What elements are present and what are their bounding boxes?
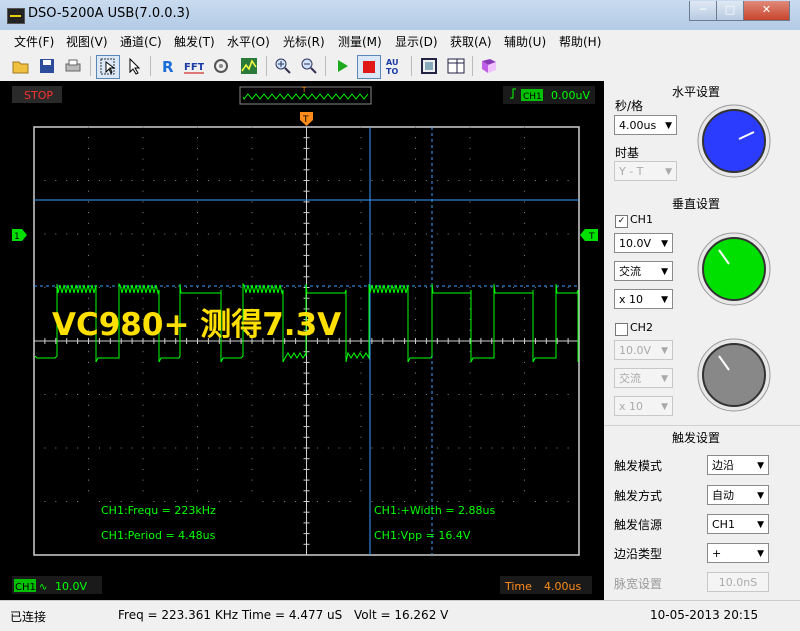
auto-icon[interactable]: AU TO [384,55,406,77]
fft-icon[interactable]: FFT [183,55,205,77]
svg-text:R: R [162,58,174,74]
measure-period: CH1:Period = 4.48us [101,529,216,542]
ch1-volts-select[interactable]: 10.0V ▼ [614,233,673,253]
status-bar: 已连接 Freq = 223.361 KHz Time = 4.477 uS V… [0,600,800,631]
scope-display[interactable]: STOP T CH1 0.00uV T 1 T VC980+ 测得7.3V CH… [0,81,604,600]
ch1-probe-select[interactable]: x 10 ▼ [614,289,673,309]
trigger-level-readout: 0.00uV [551,89,590,102]
cursor-freq-time-readout: Freq = 223.361 KHz Time = 4.477 uS [118,608,343,622]
ch2-volts-knob[interactable] [696,337,772,413]
date-time: 10-05-2013 20:15 [650,608,759,622]
pulse-width-label: 脉宽设置 [614,577,663,591]
select-cursor-icon[interactable] [96,55,120,79]
trigger-sweep-select[interactable]: 自动 ▼ [707,485,769,505]
horizontal-knob[interactable] [696,103,772,179]
stop-icon[interactable] [357,55,381,79]
svg-text:TO: TO [386,67,398,75]
menu-display[interactable]: 显示(D) [395,33,438,50]
measure-positive-width: CH1:+Width = 2.88us [374,504,496,517]
sec-div-select[interactable]: 4.00us ▼ [614,115,677,135]
ch1-scale-label: CH1 [15,582,36,593]
layout-icon[interactable] [445,55,467,77]
trigger-position-label: T [302,115,309,125]
minimize-button[interactable]: ─ [689,1,717,21]
ch2-enable-checkbox[interactable] [615,323,628,336]
trigger-source-select[interactable]: CH1 ▼ [707,514,769,534]
ch1-enable-label: CH1 [630,213,653,226]
save-icon[interactable] [36,55,58,77]
title-bar: DSO-5200A USB(7.0.0.3) ─ □ ✕ [0,0,800,30]
toolbar: R FFT AU TO [0,51,800,81]
vertical-settings-title: 垂直设置 [672,197,721,211]
menu-view[interactable]: 视图(V) [66,33,108,50]
overlay-annotation: VC980+ 测得7.3V [52,307,341,343]
close-button[interactable]: ✕ [743,1,790,21]
time-scale-value: 4.00us [544,580,581,593]
connection-status: 已连接 [10,610,47,624]
ch2-coupling-select[interactable]: 交流 ▼ [614,368,673,388]
screenshot-icon[interactable] [418,55,440,77]
window-title: DSO-5200A USB(7.0.0.3) [28,6,190,21]
edge-type-select[interactable]: + ▼ [707,543,769,563]
run-icon[interactable] [331,55,353,77]
probe-icon[interactable] [210,55,232,77]
time-scale-label: Time [504,580,532,593]
trigger-mode-select[interactable]: 边沿 ▼ [707,455,769,475]
ac-coupling-icon: ∿ [39,582,47,593]
ch2-enable-label: CH2 [630,321,653,334]
menu-cursor[interactable]: 光标(R) [283,33,325,50]
pointer-icon[interactable] [123,55,145,77]
ch1-scale-value: 10.0V [55,580,87,593]
measure-frequency: CH1:Frequ = 223kHz [101,504,216,517]
book-icon[interactable] [478,55,500,77]
sec-div-label: 秒/格 [615,99,644,113]
control-panel: 水平设置 秒/格 4.00us ▼ 时基 Y - T ▼ 垂直设置 ✓ CH1 10… [604,81,800,600]
trigger-mode-label: 触发模式 [614,459,663,473]
trigger-level-label: T [588,232,595,242]
ch1-coupling-select[interactable]: 交流 ▼ [614,261,673,281]
menu-help[interactable]: 帮助(H) [559,33,601,50]
zoom-in-icon[interactable] [272,55,294,77]
menu-measure[interactable]: 测量(M) [338,33,382,50]
edge-type-label: 边沿类型 [614,547,663,561]
maximize-button[interactable]: □ [716,1,744,21]
zoom-out-icon[interactable] [298,55,320,77]
menu-file[interactable]: 文件(F) [14,33,54,50]
run-state: STOP [24,89,53,102]
cursor-volt-readout: Volt = 16.262 V [354,608,449,622]
app-icon [7,8,25,24]
trigger-settings-title: 触发设置 [672,431,721,445]
memory-trigger-marker: T [301,86,307,94]
menu-trigger[interactable]: 触发(T) [174,33,215,50]
menu-utility[interactable]: 辅助(U) [504,33,546,50]
pulse-width-input[interactable]: 10.0nS [707,572,769,592]
measure-vpp: CH1:Vpp = 16.4V [374,529,471,542]
math-icon[interactable] [238,55,260,77]
menu-horizontal[interactable]: 水平(O) [227,33,270,50]
ch1-ground-label: 1 [14,232,20,242]
horizontal-settings-title: 水平设置 [672,85,721,99]
menu-acquire[interactable]: 获取(A) [450,33,492,50]
timebase-label: 时基 [615,146,640,160]
menu-bar: 文件(F) 视图(V) 通道(C) 触发(T) 水平(O) 光标(R) 测量(M… [0,30,800,52]
ch2-probe-select[interactable]: x 10 ▼ [614,396,673,416]
menu-channel[interactable]: 通道(C) [120,33,162,50]
ch1-enable-checkbox[interactable]: ✓ [615,215,628,228]
trigger-sweep-label: 触发方式 [614,489,663,503]
trigger-source-select-label: 触发信源 [614,518,663,532]
svg-text:FFT: FFT [184,62,204,73]
open-folder-icon[interactable] [10,55,32,77]
ch1-volts-knob[interactable] [696,231,772,307]
timebase-select[interactable]: Y - T ▼ [614,161,677,181]
trigger-source-label: CH1 [523,92,542,102]
svg-text:AU: AU [386,58,398,67]
print-icon[interactable] [62,55,84,77]
ch2-volts-select[interactable]: 10.0V ▼ [614,340,673,360]
reference-icon[interactable]: R [157,55,179,77]
